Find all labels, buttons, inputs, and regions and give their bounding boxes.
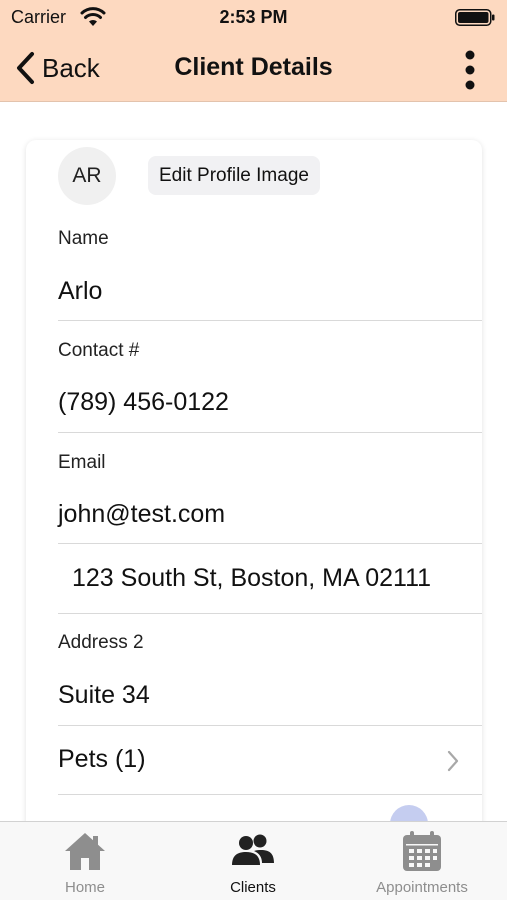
avatar-initials: AR xyxy=(72,164,102,187)
header: Carrier 2:53 PM Back Client Details xyxy=(0,0,507,102)
avatar[interactable]: AR xyxy=(58,147,116,205)
client-details-card: AR Edit Profile Image Name Arlo Contact … xyxy=(26,140,482,821)
calendar-icon xyxy=(403,831,441,871)
nav-bar: Back Client Details xyxy=(0,36,507,102)
divider xyxy=(58,432,482,433)
address-2-label: Address 2 xyxy=(58,632,144,653)
status-bar: Carrier 2:53 PM xyxy=(0,0,507,36)
more-options-icon[interactable] xyxy=(463,48,477,92)
name-field[interactable]: Arlo xyxy=(58,277,102,306)
floating-action-button[interactable] xyxy=(390,805,428,821)
home-icon xyxy=(65,833,105,870)
clients-icon xyxy=(232,834,274,865)
pets-row[interactable]: Pets (1) xyxy=(26,726,482,792)
battery-icon xyxy=(455,9,495,26)
edit-profile-image-button[interactable]: Edit Profile Image xyxy=(148,156,320,195)
tab-appointments-label: Appointments xyxy=(376,879,468,896)
address-2-field[interactable]: Suite 34 xyxy=(58,681,150,710)
divider xyxy=(58,613,482,614)
pets-label: Pets (1) xyxy=(58,745,146,773)
divider xyxy=(58,794,482,795)
tab-home-label: Home xyxy=(64,879,105,896)
chevron-right-icon xyxy=(447,750,459,772)
tab-bar: Home Clients Appointments xyxy=(0,821,507,900)
status-time: 2:53 PM xyxy=(219,7,288,27)
contact-label: Contact # xyxy=(58,340,140,361)
email-field[interactable]: john@test.com xyxy=(58,500,225,529)
tab-appointments[interactable]: Appointments xyxy=(362,822,482,900)
name-label: Name xyxy=(58,228,109,249)
tab-clients-label: Clients xyxy=(230,879,276,896)
tab-clients[interactable]: Clients xyxy=(213,822,293,900)
divider xyxy=(58,320,482,321)
address-1-field[interactable]: 123 South St, Boston, MA 02111 xyxy=(72,564,431,593)
page-title: Client Details xyxy=(174,53,333,81)
contact-field[interactable]: (789) 456-0122 xyxy=(58,388,229,417)
divider xyxy=(58,543,482,544)
tab-home[interactable]: Home xyxy=(45,822,125,900)
email-label: Email xyxy=(58,452,106,473)
scroll-content[interactable]: AR Edit Profile Image Name Arlo Contact … xyxy=(0,103,507,821)
client-details-screen: Carrier 2:53 PM Back Client Details AR E… xyxy=(0,0,507,900)
